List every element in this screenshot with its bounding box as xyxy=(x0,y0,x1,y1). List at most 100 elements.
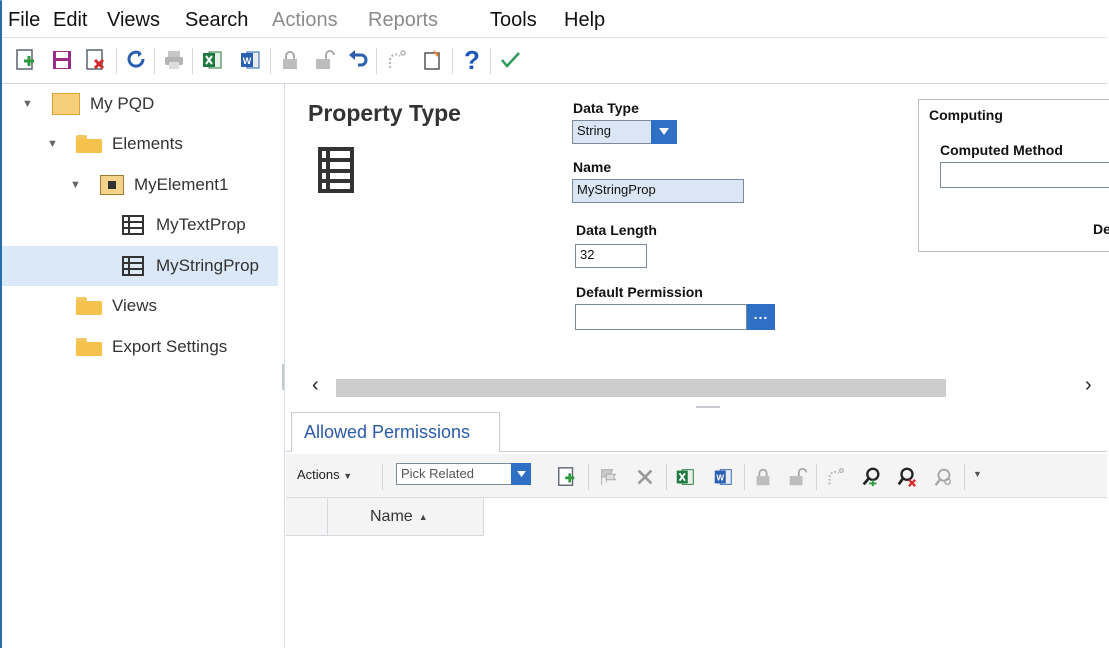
data-type-dropdown-button[interactable] xyxy=(651,120,677,144)
overflow-chevron-icon[interactable]: ▼ xyxy=(973,469,982,479)
default-permission-picker-button[interactable]: ... xyxy=(747,304,775,330)
word-icon[interactable]: W xyxy=(710,464,736,490)
menu-help[interactable]: Help xyxy=(564,9,605,31)
scroll-right-icon[interactable]: › xyxy=(1085,374,1092,397)
toolbar-separator xyxy=(154,48,155,74)
computed-method-field[interactable] xyxy=(940,162,1109,188)
excel-icon[interactable] xyxy=(672,464,698,490)
toolbar-separator xyxy=(376,48,377,74)
row-selector-header[interactable] xyxy=(286,498,328,536)
redo-icon[interactable] xyxy=(822,464,848,490)
toolbar-separator xyxy=(490,48,491,74)
toolbar-separator xyxy=(964,464,965,490)
tree-node-views[interactable]: Views xyxy=(76,286,157,326)
find-clear-icon[interactable] xyxy=(930,464,956,490)
unlock-icon[interactable] xyxy=(784,464,810,490)
navigation-tree: ▼ My PQD ▼ Elements ▼ MyElement1 MyTextP… xyxy=(2,84,285,648)
collapse-caret-icon[interactable]: ▼ xyxy=(47,138,58,150)
toolbar-separator xyxy=(816,464,817,490)
default-permission-label: Default Permission xyxy=(576,284,703,300)
data-type-select[interactable]: String xyxy=(572,120,652,144)
menu-views[interactable]: Views xyxy=(107,9,160,31)
actions-label: Actions xyxy=(297,467,340,482)
toolbar-separator xyxy=(744,464,745,490)
ellipsis-icon: ... xyxy=(753,306,769,322)
tree-node-mytextprop[interactable]: MyTextProp xyxy=(122,205,246,245)
horizontal-scrollbar[interactable]: ‹ › xyxy=(286,374,1107,400)
element-icon xyxy=(100,175,124,195)
tree-node-label: Views xyxy=(112,296,158,315)
grid-toolbar: Actions ▼ Pick Related W ▼ xyxy=(286,454,1107,498)
chevron-down-icon xyxy=(516,470,526,477)
svg-text:?: ? xyxy=(464,48,480,72)
property-pane: Property Type Data Type String Name MySt… xyxy=(286,84,1109,404)
menu-file[interactable]: File xyxy=(8,9,40,31)
remove-icon[interactable] xyxy=(632,464,658,490)
toolbar-separator xyxy=(116,48,117,74)
tree-node-export-settings[interactable]: Export Settings xyxy=(76,327,227,367)
tree-node-mystringprop[interactable]: MyStringProp xyxy=(2,246,278,286)
tab-allowed-permissions[interactable]: Allowed Permissions xyxy=(291,412,500,452)
pick-related-select[interactable]: Pick Related xyxy=(396,463,514,485)
pick-related-dropdown-button[interactable] xyxy=(511,463,531,485)
tree-node-elements[interactable]: Elements xyxy=(76,124,183,164)
redo-icon[interactable] xyxy=(382,46,410,74)
column-header-name[interactable]: Name ▲ xyxy=(328,498,484,536)
find-icon[interactable] xyxy=(858,464,884,490)
scroll-left-icon[interactable]: ‹ xyxy=(312,374,319,397)
excel-icon[interactable] xyxy=(198,46,226,74)
svg-text:W: W xyxy=(243,56,252,66)
data-length-field[interactable]: 32 xyxy=(575,244,647,268)
paste-icon[interactable] xyxy=(418,46,446,74)
new-icon[interactable] xyxy=(12,46,40,74)
delete-icon[interactable] xyxy=(82,46,110,74)
toolbar-separator xyxy=(192,48,193,74)
property-icon xyxy=(122,256,144,276)
lock-icon[interactable] xyxy=(750,464,776,490)
undo-icon[interactable] xyxy=(344,46,372,74)
name-field[interactable]: MyStringProp xyxy=(572,179,744,203)
unlock-icon[interactable] xyxy=(310,46,338,74)
collapse-caret-icon[interactable]: ▼ xyxy=(70,179,81,191)
pane-splitter[interactable] xyxy=(282,364,284,390)
add-row-icon[interactable] xyxy=(554,464,580,490)
tree-node-root[interactable]: My PQD xyxy=(52,84,154,124)
data-type-label: Data Type xyxy=(573,100,639,116)
refresh-icon[interactable] xyxy=(122,46,150,74)
chevron-down-icon xyxy=(659,128,669,135)
toolbar-separator xyxy=(382,464,383,490)
help-icon[interactable]: ? xyxy=(458,46,486,74)
collapse-caret-icon[interactable]: ▼ xyxy=(22,98,33,110)
menu-search[interactable]: Search xyxy=(185,9,248,31)
lock-icon[interactable] xyxy=(276,46,304,74)
toolbar-separator xyxy=(452,48,453,74)
panel-resize-grip[interactable] xyxy=(696,406,720,408)
default-permission-field[interactable] xyxy=(575,304,747,330)
menu-edit[interactable]: Edit xyxy=(53,9,87,31)
check-icon[interactable] xyxy=(496,46,524,74)
menu-actions[interactable]: Actions xyxy=(272,9,338,31)
actions-menu[interactable]: Actions ▼ xyxy=(297,467,352,482)
menu-reports[interactable]: Reports xyxy=(368,9,438,31)
word-icon[interactable]: W xyxy=(236,46,264,74)
find-remove-icon[interactable] xyxy=(894,464,920,490)
flags-icon[interactable] xyxy=(596,464,622,490)
permissions-grid-body xyxy=(286,536,1107,648)
page-title: Property Type xyxy=(308,100,461,126)
svg-text:W: W xyxy=(716,474,724,483)
computing-label: Computing xyxy=(929,107,1003,123)
menu-tools[interactable]: Tools xyxy=(490,9,537,31)
permissions-grid-header: Name ▲ xyxy=(286,498,1107,536)
computing-group: Computing Computed Method De xyxy=(918,99,1109,252)
name-label: Name xyxy=(573,159,612,175)
toolbar-separator xyxy=(270,48,271,74)
data-length-label: Data Length xyxy=(576,222,657,238)
toolbar-separator xyxy=(588,464,589,490)
print-icon[interactable] xyxy=(160,46,188,74)
folder-icon xyxy=(76,297,102,315)
chevron-down-icon: ▼ xyxy=(343,471,353,481)
save-icon[interactable] xyxy=(48,46,76,74)
scroll-thumb[interactable] xyxy=(336,379,946,397)
tree-node-element1[interactable]: MyElement1 xyxy=(100,165,228,205)
main-toolbar: W ? xyxy=(2,38,1107,84)
